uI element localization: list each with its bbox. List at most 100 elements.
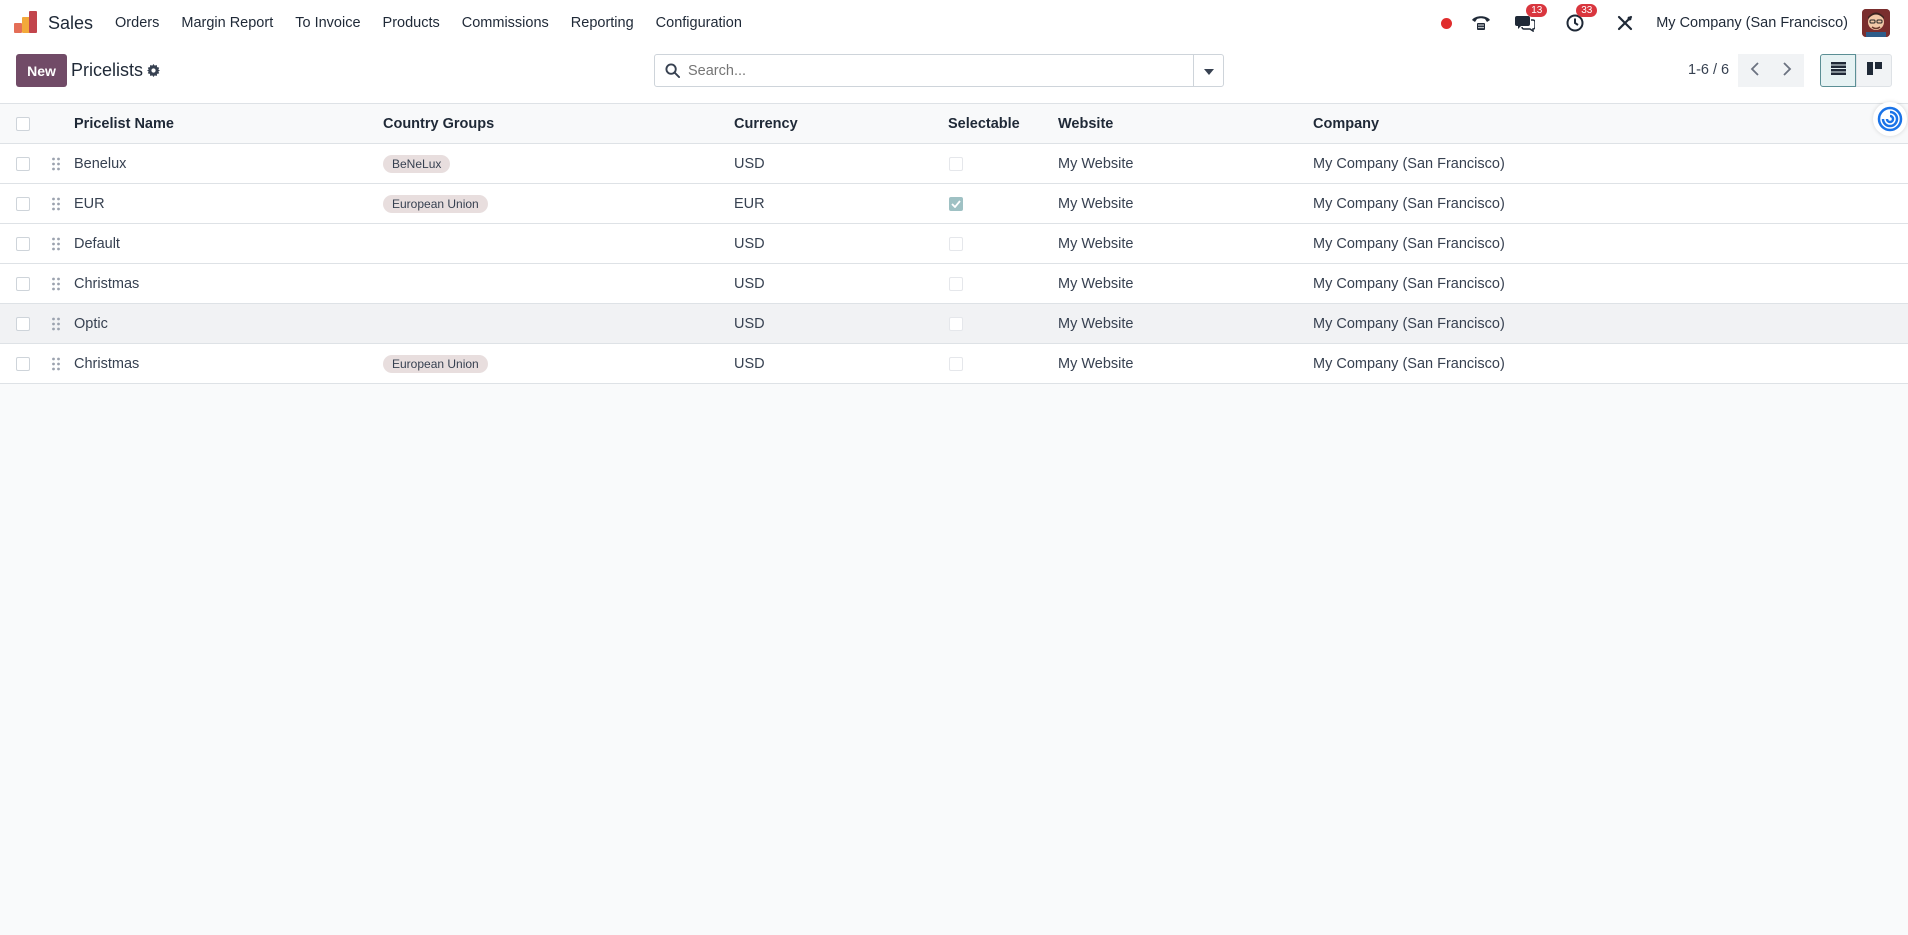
select-all-checkbox[interactable] xyxy=(16,117,30,131)
column-header-name[interactable]: Pricelist Name xyxy=(74,104,174,144)
top-navbar: Sales Orders Margin Report To Invoice Pr… xyxy=(0,0,1908,46)
gear-icon[interactable] xyxy=(147,61,161,82)
phone-icon[interactable] xyxy=(1470,12,1492,34)
selectable-checkbox[interactable] xyxy=(949,237,963,251)
row-select-checkbox[interactable] xyxy=(16,197,30,211)
kanban-view-button[interactable] xyxy=(1856,54,1892,87)
table-row[interactable]: Optic USD My Website My Company (San Fra… xyxy=(0,304,1908,344)
table-row[interactable]: Christmas European Union USD My Website … xyxy=(0,344,1908,384)
drag-handle-icon[interactable] xyxy=(51,224,61,264)
messages-icon[interactable]: 13 xyxy=(1514,4,1548,34)
column-header-company[interactable]: Company xyxy=(1313,104,1379,144)
drag-handle-icon[interactable] xyxy=(51,184,61,224)
currency-cell[interactable]: USD xyxy=(734,144,765,184)
row-select-checkbox[interactable] xyxy=(16,277,30,291)
menu-item-commissions[interactable]: Commissions xyxy=(451,0,560,46)
country-group-tag: European Union xyxy=(383,195,488,213)
list-view-button[interactable] xyxy=(1820,54,1856,87)
column-header-selectable[interactable]: Selectable xyxy=(948,104,1020,144)
column-header-country-groups[interactable]: Country Groups xyxy=(383,104,494,144)
company-cell[interactable]: My Company (San Francisco) xyxy=(1313,224,1505,264)
pricelist-name-cell[interactable]: Christmas xyxy=(74,344,139,384)
pricelist-name-cell[interactable]: Benelux xyxy=(74,144,126,184)
menu-item-reporting[interactable]: Reporting xyxy=(560,0,645,46)
website-cell[interactable]: My Website xyxy=(1058,184,1133,224)
currency-cell[interactable]: USD xyxy=(734,224,765,264)
selectable-cell xyxy=(949,264,963,304)
menu-item-orders[interactable]: Orders xyxy=(104,0,170,46)
website-cell[interactable]: My Website xyxy=(1058,344,1133,384)
row-select-checkbox[interactable] xyxy=(16,157,30,171)
page-title: Pricelists xyxy=(71,60,144,80)
select-all-checkbox-cell xyxy=(16,104,30,144)
company-cell[interactable]: My Company (San Francisco) xyxy=(1313,144,1505,184)
company-cell[interactable]: My Company (San Francisco) xyxy=(1313,344,1505,384)
search-input[interactable] xyxy=(688,62,1188,79)
country-groups-cell[interactable]: European Union xyxy=(383,344,488,384)
row-checkbox-cell xyxy=(16,224,30,264)
new-button[interactable]: New xyxy=(16,54,67,87)
currency-cell[interactable]: USD xyxy=(734,304,765,344)
drag-handle-icon[interactable] xyxy=(51,344,61,384)
country-groups-cell[interactable]: BeNeLux xyxy=(383,144,451,184)
company-switcher[interactable]: My Company (San Francisco) xyxy=(1656,15,1848,31)
app-name[interactable]: Sales xyxy=(48,13,93,34)
selectable-checkbox[interactable] xyxy=(949,157,963,171)
selectable-checkbox[interactable] xyxy=(949,277,963,291)
search-icon xyxy=(665,63,680,78)
pricelist-name-cell[interactable]: Optic xyxy=(74,304,108,344)
column-header-currency[interactable]: Currency xyxy=(734,104,798,144)
drag-handle-icon[interactable] xyxy=(51,304,61,344)
pager-next-button[interactable] xyxy=(1771,54,1804,87)
menu-item-margin-report[interactable]: Margin Report xyxy=(170,0,284,46)
country-group-tag: BeNeLux xyxy=(383,155,451,173)
currency-cell[interactable]: EUR xyxy=(734,184,765,224)
row-select-checkbox[interactable] xyxy=(16,237,30,251)
activities-clock-icon[interactable]: 33 xyxy=(1564,4,1598,34)
company-cell[interactable]: My Company (San Francisco) xyxy=(1313,304,1505,344)
pricelist-name-cell[interactable]: EUR xyxy=(74,184,105,224)
selectable-checkbox[interactable] xyxy=(949,197,963,211)
table-row[interactable]: Benelux BeNeLux USD My Website My Compan… xyxy=(0,144,1908,184)
website-cell[interactable]: My Website xyxy=(1058,144,1133,184)
pager-value[interactable]: 1-6 / 6 xyxy=(1688,62,1729,78)
assistant-bubble-icon[interactable] xyxy=(1873,102,1907,136)
recording-dot-icon[interactable] xyxy=(1441,17,1453,29)
pricelist-name-cell[interactable]: Default xyxy=(74,224,120,264)
table-row[interactable]: Christmas USD My Website My Company (San… xyxy=(0,264,1908,304)
debug-tools-icon[interactable] xyxy=(1614,12,1636,34)
pricelist-name-cell[interactable]: Christmas xyxy=(74,264,139,304)
drag-handle-icon[interactable] xyxy=(51,144,61,184)
website-cell[interactable]: My Website xyxy=(1058,304,1133,344)
company-cell[interactable]: My Company (San Francisco) xyxy=(1313,184,1505,224)
country-groups-cell[interactable]: European Union xyxy=(383,184,488,224)
search-options-toggle[interactable] xyxy=(1193,54,1223,87)
sales-app-logo-icon[interactable] xyxy=(14,11,38,35)
row-select-checkbox[interactable] xyxy=(16,357,30,371)
currency-cell[interactable]: USD xyxy=(734,344,765,384)
currency-cell[interactable]: USD xyxy=(734,264,765,304)
selectable-checkbox[interactable] xyxy=(949,317,963,331)
company-cell[interactable]: My Company (San Francisco) xyxy=(1313,264,1505,304)
table-row[interactable]: EUR European Union EUR My Website My Com… xyxy=(0,184,1908,224)
row-select-checkbox[interactable] xyxy=(16,317,30,331)
table-row[interactable]: Default USD My Website My Company (San F… xyxy=(0,224,1908,264)
systray: 13 33 My Company (San Francisco) xyxy=(1441,0,1890,46)
search-box xyxy=(654,54,1224,87)
menu-item-products[interactable]: Products xyxy=(372,0,451,46)
user-avatar[interactable] xyxy=(1862,9,1890,37)
column-header-website[interactable]: Website xyxy=(1058,104,1113,144)
pager-previous-button[interactable] xyxy=(1738,54,1771,87)
drag-handle-icon[interactable] xyxy=(51,264,61,304)
website-cell[interactable]: My Website xyxy=(1058,264,1133,304)
menu-item-configuration[interactable]: Configuration xyxy=(645,0,753,46)
website-cell[interactable]: My Website xyxy=(1058,224,1133,264)
row-checkbox-cell xyxy=(16,344,30,384)
caret-down-icon xyxy=(1203,62,1214,79)
breadcrumb: Pricelists xyxy=(71,59,161,82)
menu-item-to-invoice[interactable]: To Invoice xyxy=(284,0,371,46)
chevron-right-icon xyxy=(1783,61,1792,80)
selectable-checkbox[interactable] xyxy=(949,357,963,371)
selectable-cell xyxy=(949,344,963,384)
selectable-cell xyxy=(949,144,963,184)
